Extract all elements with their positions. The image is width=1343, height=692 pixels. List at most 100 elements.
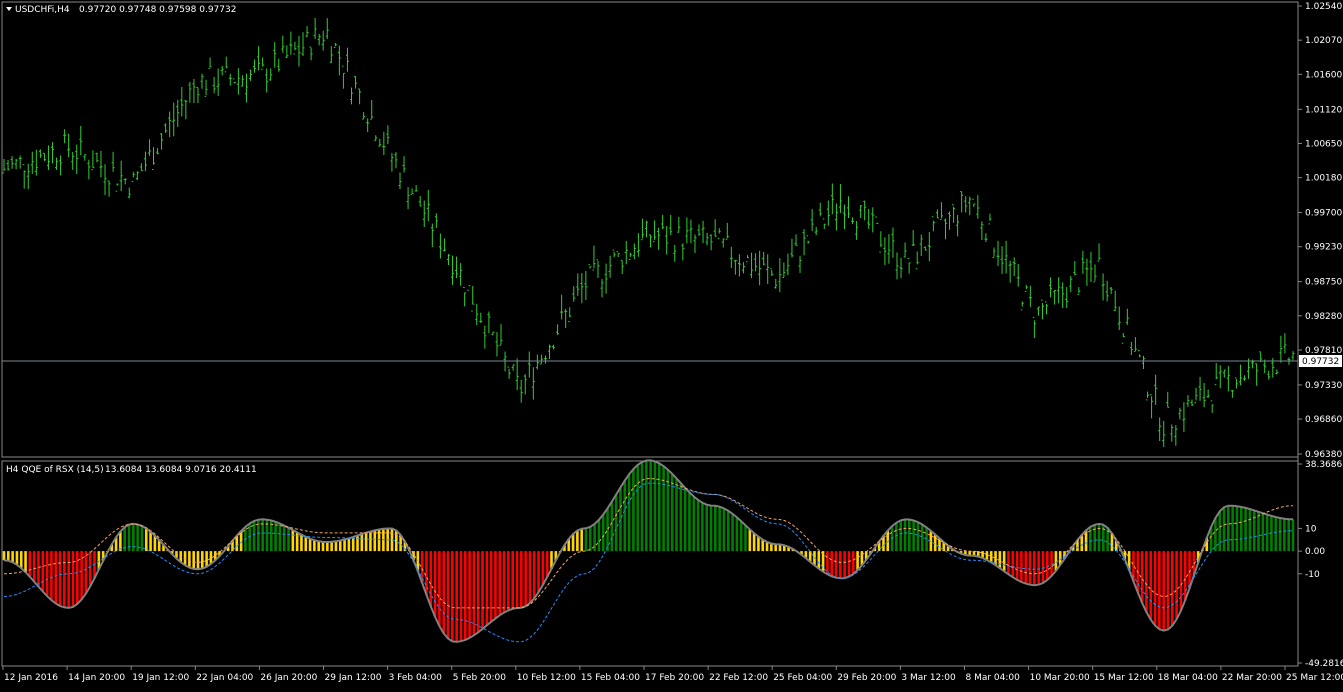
price-axis-label: 0.96860 — [1305, 415, 1342, 425]
price-bar — [390, 152, 394, 172]
price-bar — [176, 99, 180, 127]
price-bar — [507, 366, 511, 379]
price-bar — [240, 75, 244, 87]
price-bar — [107, 180, 111, 197]
chart-canvas[interactable]: 1.02540 1.02070 1.01600 1.01120 1.00650 1.001… — [0, 0, 1343, 688]
price-bar — [972, 198, 976, 208]
price-bar — [1097, 243, 1101, 262]
price-bar — [1247, 358, 1251, 379]
price-bar — [317, 33, 321, 46]
time-axis-label: 10 Mar 20:00 — [1030, 673, 1090, 683]
price-bar — [164, 123, 168, 134]
price-bar — [665, 226, 669, 255]
price-bar — [685, 217, 689, 244]
price-bar — [564, 308, 568, 329]
price-bar — [135, 171, 139, 181]
price-bar — [422, 200, 426, 228]
price-bar — [200, 73, 204, 89]
price-bar — [402, 156, 406, 173]
price-bar — [248, 69, 252, 81]
price-bar — [6, 159, 10, 171]
price-bar — [59, 155, 63, 176]
price-bar — [919, 234, 923, 257]
price-bar — [863, 200, 867, 221]
price-bar — [774, 278, 778, 289]
price-bar — [943, 218, 947, 240]
price-bar — [374, 135, 378, 141]
price-bar — [960, 191, 964, 213]
price-bar — [1081, 250, 1085, 274]
price-bar — [859, 204, 863, 218]
price-bar — [55, 157, 59, 170]
price-bar — [596, 259, 600, 279]
chart-window[interactable]: 1.02540 1.02070 1.01600 1.01120 1.00650 1.001… — [0, 0, 1343, 688]
price-bar — [673, 244, 677, 262]
price-bar — [350, 87, 354, 105]
price-bar — [701, 220, 705, 244]
price-bar — [758, 250, 762, 286]
price-bar — [115, 183, 119, 192]
time-axis-label: 18 Mar 04:00 — [1158, 673, 1218, 683]
price-bar — [560, 294, 564, 320]
price-bar — [410, 188, 414, 195]
price-bar — [1226, 366, 1230, 392]
price-bar — [1202, 383, 1206, 408]
price-bar — [321, 30, 325, 51]
price-bar — [1109, 286, 1113, 295]
price-bar — [265, 68, 269, 93]
price-bar — [232, 78, 236, 84]
price-bar — [531, 367, 535, 400]
chevron-down-icon[interactable] — [6, 7, 12, 11]
price-bar — [628, 252, 632, 260]
price-bar — [451, 255, 455, 285]
price-bar — [539, 354, 543, 365]
price-bar — [851, 217, 855, 225]
price-bar — [543, 355, 547, 364]
price-bar — [1004, 240, 1008, 274]
price-bar — [224, 56, 228, 73]
price-bar — [948, 211, 952, 230]
price-bar — [156, 148, 160, 155]
price-bar — [188, 81, 192, 103]
price-bar — [770, 268, 774, 277]
indicator-axis-label: 10 — [1305, 524, 1317, 534]
price-bar — [875, 216, 879, 224]
price-bar — [1121, 332, 1125, 344]
price-bar — [984, 233, 988, 242]
price-bar — [119, 160, 123, 192]
price-bar — [1283, 333, 1287, 354]
indicator-axis-label: 38.3686 — [1305, 460, 1342, 470]
price-bar — [329, 46, 333, 64]
price-axis-label: 0.96380 — [1305, 450, 1342, 460]
price-bar — [1049, 277, 1053, 298]
price-bar — [1150, 394, 1154, 419]
price-bar — [220, 65, 224, 76]
price-bar — [1259, 351, 1263, 362]
price-bar — [463, 286, 467, 307]
price-bar — [1057, 277, 1061, 304]
price-bar — [588, 264, 592, 269]
price-bar — [624, 240, 628, 265]
price-bar — [968, 196, 972, 216]
price-bar — [426, 189, 430, 222]
time-axis-label: 3 Feb 04:00 — [389, 673, 443, 683]
time-axis-label: 25 Feb 04:00 — [773, 673, 832, 683]
price-bar — [204, 79, 208, 97]
price-bar — [63, 129, 67, 144]
price-bar — [855, 220, 859, 240]
price-axis-label: 1.01600 — [1305, 70, 1342, 80]
price-bar — [1222, 369, 1226, 378]
indicator-axis-label: -49.2816 — [1305, 659, 1343, 669]
price-bar — [67, 133, 71, 158]
price-bar — [871, 207, 875, 233]
price-bar — [1024, 284, 1028, 293]
price-bar — [1105, 280, 1109, 302]
time-axis-label: 14 Jan 20:00 — [68, 673, 125, 683]
price-bar — [523, 374, 527, 395]
price-bar — [1255, 363, 1259, 386]
price-bar — [677, 216, 681, 233]
price-bar — [1020, 301, 1024, 311]
price-bar — [568, 307, 572, 323]
price-bar — [1218, 365, 1222, 389]
price-bar — [1182, 402, 1186, 432]
